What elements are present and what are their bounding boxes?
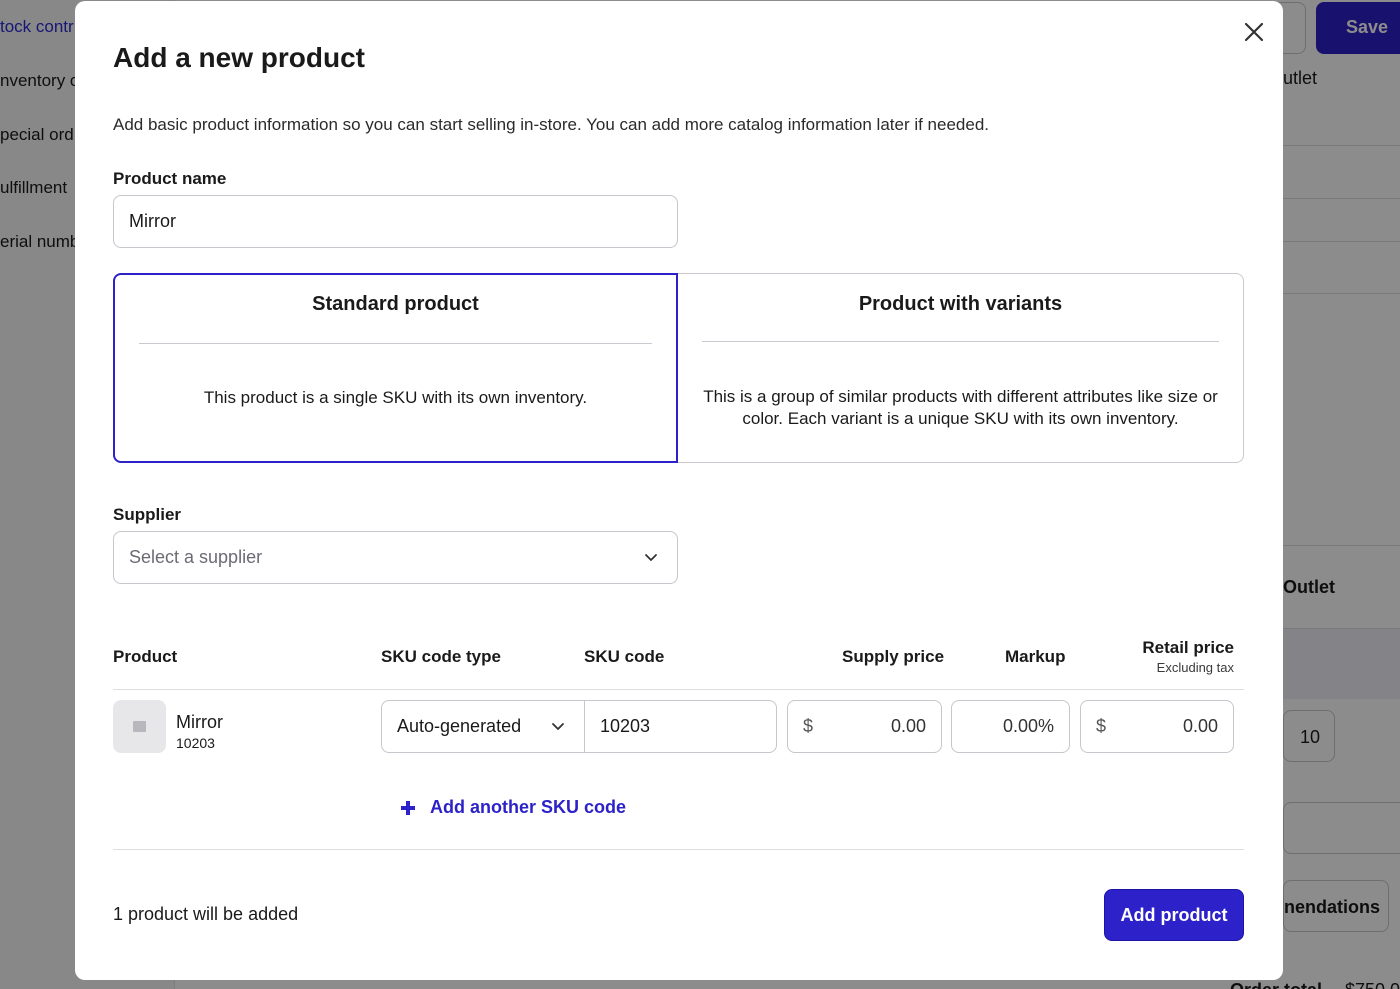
- currency-prefix: $: [1096, 716, 1107, 736]
- currency-prefix: $: [803, 716, 814, 736]
- product-name-input[interactable]: Mirror: [113, 195, 678, 248]
- add-sku-code-label: Add another SKU code: [430, 797, 627, 817]
- chevron-down-icon: [645, 554, 657, 561]
- markup-unit: %: [1037, 716, 1054, 736]
- column-header-sku-type: SKU code type: [381, 647, 501, 666]
- add-product-modal: Add a new product Add basic product info…: [75, 1, 1283, 980]
- supplier-select[interactable]: Select a supplier: [113, 531, 678, 584]
- plus-icon: [401, 800, 415, 815]
- chevron-down-icon: [552, 723, 564, 730]
- option-description: This is a group of similar products with…: [703, 387, 1218, 428]
- supply-price-input[interactable]: $ 0.00: [787, 700, 942, 753]
- products-added-summary: 1 product will be added: [113, 904, 299, 924]
- product-name-label: Product name: [113, 169, 227, 188]
- option-divider: [139, 343, 652, 344]
- modal-title: Add a new product: [113, 42, 365, 73]
- sku-type-value: Auto-generated: [397, 716, 522, 736]
- product-name-value: Mirror: [129, 211, 176, 231]
- sku-type-select[interactable]: Auto-generated: [381, 700, 585, 753]
- modal-description: Add basic product information so you can…: [113, 115, 990, 134]
- option-title: Product with variants: [858, 293, 1063, 315]
- column-header-supply-price: Supply price: [842, 647, 945, 666]
- row-product-name: Mirror: [176, 712, 223, 732]
- option-divider: [702, 341, 1219, 342]
- retail-price-input[interactable]: $ 0.00: [1080, 700, 1234, 753]
- column-header-product: Product: [113, 647, 178, 666]
- standard-product-option[interactable]: Standard product This product is a singl…: [113, 273, 678, 463]
- markup-value: 0.00: [1002, 716, 1038, 736]
- column-header-sku-code: SKU code: [584, 647, 665, 666]
- add-sku-code-button[interactable]: Add another SKU code: [401, 797, 626, 818]
- close-icon[interactable]: [1241, 19, 1267, 45]
- product-with-variants-option[interactable]: Product with variants This is a group of…: [677, 273, 1244, 463]
- retail-price-value: 0.00: [1182, 716, 1218, 736]
- row-product-sku: 10203: [176, 735, 215, 751]
- supplier-label: Supplier: [113, 505, 182, 524]
- supplier-placeholder: Select a supplier: [129, 547, 263, 567]
- sku-code-value: 10203: [600, 716, 651, 736]
- add-product-button[interactable]: Add product: [1104, 889, 1244, 941]
- markup-input[interactable]: 0.00 %: [951, 700, 1070, 753]
- table-divider: [113, 689, 1244, 690]
- column-header-markup: Markup: [1005, 647, 1066, 666]
- option-title: Standard product: [312, 293, 479, 315]
- retail-price-note: Excluding tax: [1156, 660, 1234, 675]
- option-description: This product is a single SKU with its ow…: [203, 388, 588, 407]
- footer-divider: [113, 849, 1244, 850]
- product-thumbnail: [113, 700, 166, 753]
- column-header-retail-price: Retail price: [1142, 638, 1234, 657]
- sku-code-input[interactable]: 10203: [584, 700, 777, 753]
- image-placeholder-icon: [133, 721, 146, 732]
- supply-price-value: 0.00: [890, 716, 926, 736]
